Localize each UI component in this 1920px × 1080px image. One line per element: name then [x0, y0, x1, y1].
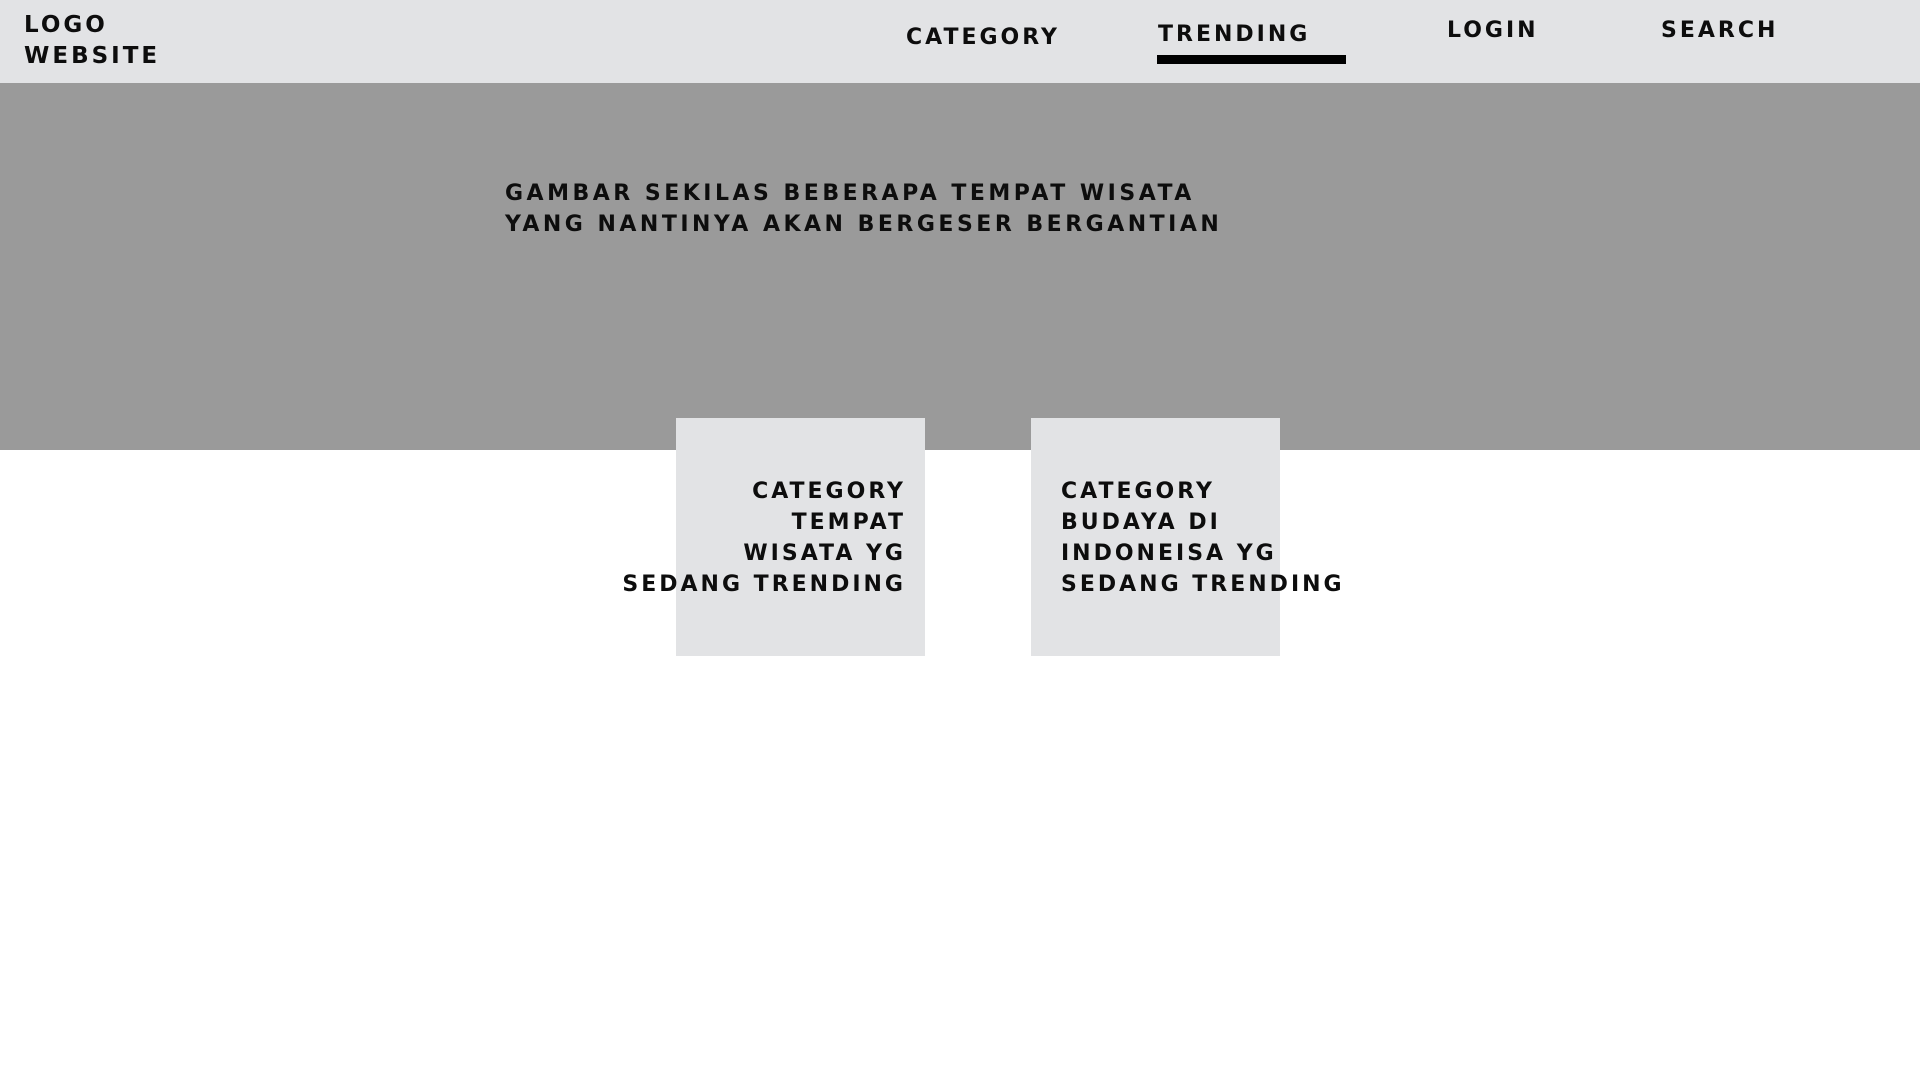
card-1-line-2: TEMPAT	[791, 510, 906, 535]
hero-text-line-1: GAMBAR SEKILAS BEBERAPA TEMPAT WISATA	[505, 181, 1195, 206]
logo-line-2: WEBSITE	[24, 43, 161, 69]
active-tab-underline	[1157, 55, 1346, 64]
top-navigation-bar: LOGO WEBSITE CATEGORY TRENDING LOGIN SEA…	[0, 0, 1920, 83]
card-1-line-3: WISATA YG	[743, 541, 906, 566]
hero-text-line-2: YANG NANTINYA AKAN BERGESER BERGANTIAN	[505, 212, 1223, 237]
card-2-line-2: BUDAYA DI	[1061, 510, 1221, 535]
nav-category-link[interactable]: CATEGORY	[906, 25, 1060, 51]
category-card-tempat-wisata-label[interactable]: CATEGORY TEMPAT WISATA YG SEDANG TRENDIN…	[622, 476, 906, 600]
card-2-line-4: SEDANG TRENDING	[1061, 572, 1345, 597]
hero-image-slider[interactable]: GAMBAR SEKILAS BEBERAPA TEMPAT WISATA YA…	[0, 83, 1920, 450]
nav-trending-link[interactable]: TRENDING	[1158, 22, 1310, 48]
nav-login-link[interactable]: LOGIN	[1447, 18, 1539, 44]
logo-line-1: LOGO	[24, 12, 108, 38]
nav-search-link[interactable]: SEARCH	[1661, 18, 1778, 44]
hero-placeholder-text: GAMBAR SEKILAS BEBERAPA TEMPAT WISATA YA…	[505, 178, 1222, 240]
page: LOGO WEBSITE CATEGORY TRENDING LOGIN SEA…	[0, 0, 1920, 1080]
card-2-line-3: INDONEISA YG	[1061, 541, 1277, 566]
card-1-line-4: SEDANG TRENDING	[622, 572, 906, 597]
card-2-line-1: CATEGORY	[1061, 479, 1215, 504]
logo-website[interactable]: LOGO WEBSITE	[24, 10, 160, 72]
category-card-budaya-indonesia-label[interactable]: CATEGORY BUDAYA DI INDONEISA YG SEDANG T…	[1061, 476, 1345, 600]
card-1-line-1: CATEGORY	[752, 479, 906, 504]
